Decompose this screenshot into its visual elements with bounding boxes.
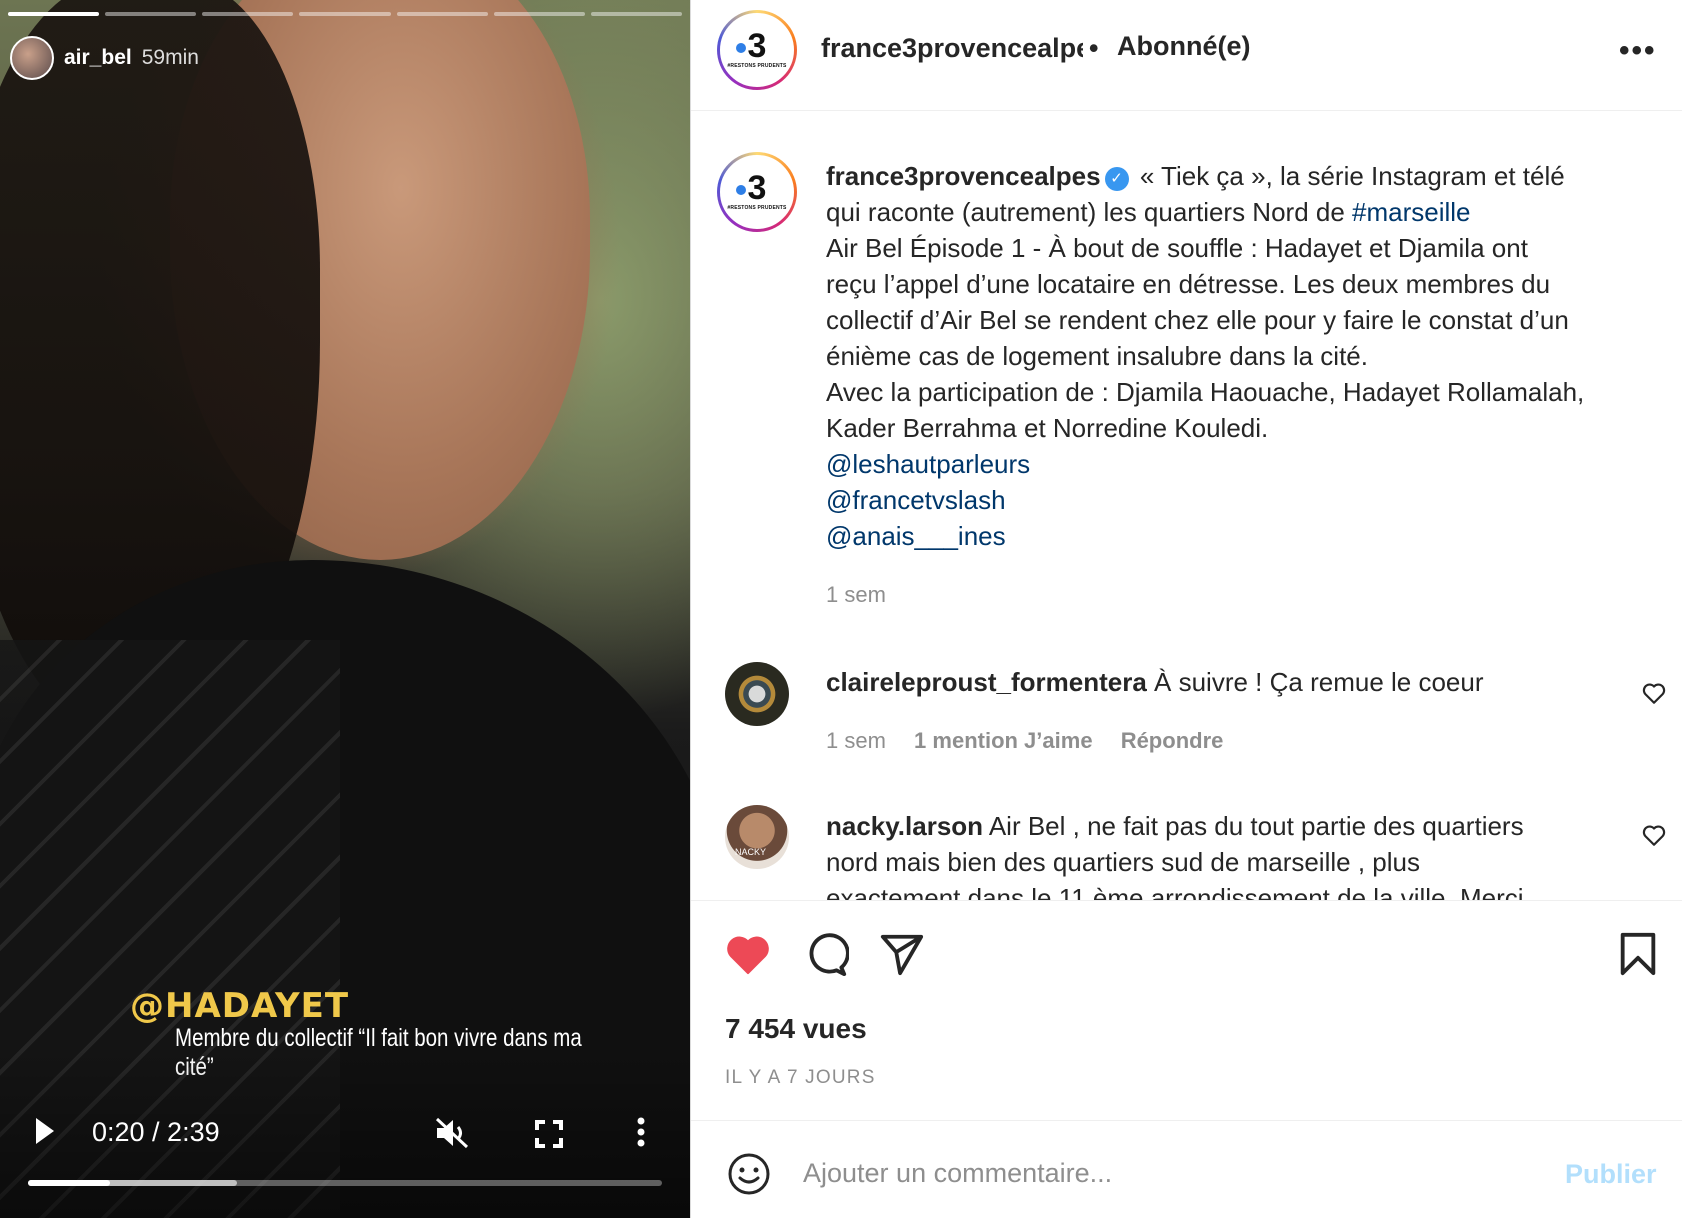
story-username[interactable]: air_bel <box>64 46 132 70</box>
comment-text: Air Bel , ne fait pas du tout partie des… <box>988 811 1524 841</box>
avatar-label: NACKY <box>735 847 767 857</box>
fullscreen-icon[interactable] <box>535 1120 563 1148</box>
caption-line: « Tiek ça », la série Instagram et télé <box>1139 161 1565 191</box>
caption-line: énième cas de logement insalubre dans la… <box>826 341 1368 371</box>
comment-like-heart-icon[interactable] <box>1641 680 1667 706</box>
story-segment <box>202 12 294 16</box>
comment-username[interactable]: nacky.larson <box>826 811 983 841</box>
emoji-smiley-icon[interactable] <box>727 1152 771 1196</box>
mention-link[interactable]: @anais___ines <box>826 518 1666 554</box>
video-time-display: 0:20 / 2:39 <box>92 1117 220 1147</box>
caption-line: qui raconte (autrement) les quartiers No… <box>826 197 1353 227</box>
mention-link[interactable]: @leshautparleurs <box>826 446 1666 482</box>
verified-badge-icon: ✓ <box>1104 167 1129 191</box>
bookmark-save-icon[interactable] <box>1615 931 1661 977</box>
story-progress-bars <box>8 12 682 16</box>
video-player[interactable]: air_bel 59min @HADAYET Membre du collect… <box>0 0 690 1218</box>
mention-link[interactable]: @francetvslash <box>826 482 1666 518</box>
caption-line: collectif d’Air Bel se rendent chez elle… <box>826 305 1569 335</box>
reply-button[interactable]: Répondre <box>1121 728 1224 753</box>
post-caption: france3provencealpes ✓ « Tiek ça », la sé… <box>826 158 1666 554</box>
comment-meta: 1 sem 1 mention J’aime Répondre <box>826 728 1245 754</box>
comment-bubble-icon[interactable] <box>803 931 849 977</box>
story-header: air_bel 59min <box>10 36 199 80</box>
play-icon[interactable] <box>34 1116 56 1146</box>
post-header: 3 #RESTONS PRUDENTS france3provencealpes… <box>691 0 1682 111</box>
comment-like-heart-icon[interactable] <box>1641 822 1667 848</box>
video-progress-bar[interactable] <box>28 1180 662 1186</box>
caption-time: 1 sem <box>826 582 886 607</box>
logo-number: 3 <box>747 27 767 65</box>
comments-scroll-area[interactable]: 3 #RESTONS PRUDENTS france3provencealpes… <box>691 112 1682 900</box>
post-details-panel: 3 #RESTONS PRUDENTS france3provencealpes… <box>690 0 1682 1218</box>
publish-button[interactable]: Publier <box>1565 1159 1657 1190</box>
more-vertical-icon[interactable] <box>636 1117 646 1147</box>
comment: nacky.larson Air Bel , ne fait pas du to… <box>826 808 1606 900</box>
comment-time: 1 sem <box>826 728 886 753</box>
comment-text: À suivre ! Ça remue le coeur <box>1154 667 1484 697</box>
comment-text: nord mais bien des quartiers sud de mars… <box>826 847 1420 877</box>
caption-username[interactable]: france3provencealpes <box>826 161 1101 191</box>
story-time-ago: 59min <box>141 46 199 69</box>
hashtag-link[interactable]: #marseille <box>1352 197 1471 227</box>
caption-avatar[interactable]: 3 #RESTONS PRUDENTS <box>717 152 797 232</box>
comment-username[interactable]: claireleproust_formentera <box>826 667 1147 697</box>
like-heart-icon[interactable] <box>725 931 771 977</box>
story-segment <box>8 12 100 16</box>
comment-avatar[interactable]: NACKY <box>725 805 789 869</box>
post-actions: 7 454 vues IL Y A 7 JOURS <box>691 900 1682 1120</box>
follow-status-button[interactable]: Abonné(e) <box>1117 31 1250 62</box>
logo-number: 3 <box>747 169 767 207</box>
comment-input[interactable] <box>803 1151 1483 1195</box>
comment-likes-link[interactable]: 1 mention J’aime <box>914 728 1093 753</box>
share-send-icon[interactable] <box>879 931 925 977</box>
video-progress-played <box>28 1180 111 1186</box>
story-segment <box>396 12 488 16</box>
story-segment <box>299 12 391 16</box>
muted-speaker-icon[interactable] <box>434 1116 470 1150</box>
caption-line: reçu l’appel d’une locataire en détresse… <box>826 269 1551 299</box>
story-segment <box>590 12 682 16</box>
comment-avatar[interactable] <box>725 662 789 726</box>
story-segment <box>493 12 585 16</box>
story-avatar[interactable] <box>10 36 54 80</box>
header-separator: • <box>1089 33 1099 63</box>
caption-line: Avec la participation de : Djamila Haoua… <box>826 377 1585 407</box>
caption-line: Kader Berrahma et Norredine Kouledi. <box>826 413 1269 443</box>
add-comment-bar: Publier <box>691 1120 1682 1218</box>
post-date[interactable]: IL Y A 7 JOURS <box>725 1067 876 1089</box>
more-options-icon[interactable]: ••• <box>1619 34 1657 68</box>
caption-meta: 1 sem <box>826 582 908 608</box>
video-overlay-handle: @HADAYET <box>130 986 350 1026</box>
comment-text: exactement dans le 11 ème arrondissement… <box>826 883 1524 900</box>
header-avatar[interactable]: 3 #RESTONS PRUDENTS <box>717 10 797 90</box>
view-count[interactable]: 7 454 vues <box>725 1013 867 1045</box>
story-segment <box>105 12 197 16</box>
comment: claireleproust_formentera À suivre ! Ça … <box>826 664 1606 700</box>
caption-line: Air Bel Épisode 1 - À bout de souffle : … <box>826 233 1528 263</box>
header-username[interactable]: france3provencealpes <box>821 33 1083 64</box>
